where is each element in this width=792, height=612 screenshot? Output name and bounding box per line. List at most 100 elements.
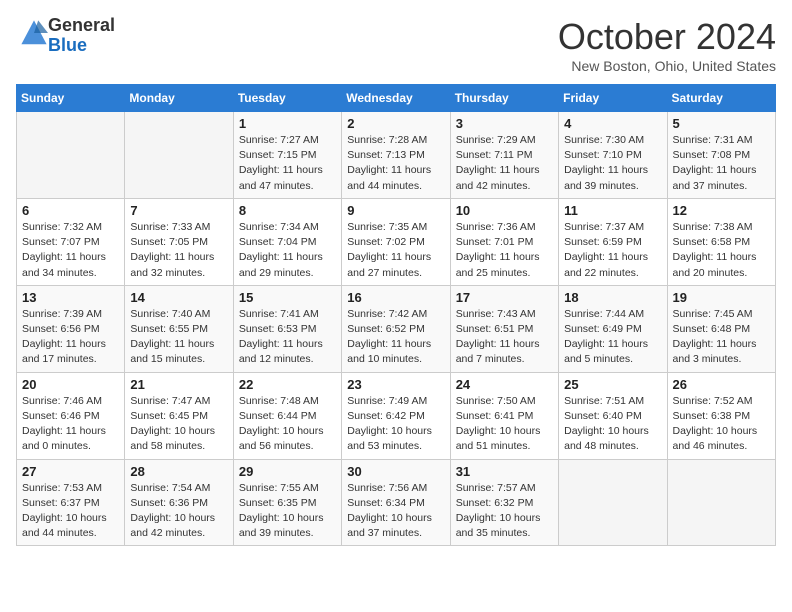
calendar-day-cell: 6Sunrise: 7:32 AM Sunset: 7:07 PM Daylig… bbox=[17, 198, 125, 285]
calendar-day-cell: 3Sunrise: 7:29 AM Sunset: 7:11 PM Daylig… bbox=[450, 112, 558, 199]
calendar-day-cell: 30Sunrise: 7:56 AM Sunset: 6:34 PM Dayli… bbox=[342, 459, 450, 546]
calendar-day-cell bbox=[17, 112, 125, 199]
calendar-day-cell: 10 Sunrise: 7:36 AM Sunset: 7:01 PM Dayli… bbox=[450, 198, 558, 285]
calendar-day-cell: 15 Sunrise: 7:41 AM Sunset: 6:53 PM Dayli… bbox=[233, 285, 341, 372]
calendar-day-cell: 8 Sunrise: 7:34 AM Sunset: 7:04 PM Daylig… bbox=[233, 198, 341, 285]
weekday-header: Wednesday bbox=[342, 85, 450, 112]
calendar-day-cell: 23 Sunrise: 7:49 AM Sunset: 6:42 PM Dayli… bbox=[342, 372, 450, 459]
weekday-header: Tuesday bbox=[233, 85, 341, 112]
calendar-week-row: 6Sunrise: 7:32 AM Sunset: 7:07 PM Daylig… bbox=[17, 198, 776, 285]
day-number: 4 bbox=[564, 116, 661, 131]
calendar-day-cell: 29Sunrise: 7:55 AM Sunset: 6:35 PM Dayli… bbox=[233, 459, 341, 546]
calendar-day-cell: 26 Sunrise: 7:52 AM Sunset: 6:38 PM Dayli… bbox=[667, 372, 775, 459]
day-info: Sunrise: 7:48 AM Sunset: 6:44 PM Dayligh… bbox=[239, 394, 336, 455]
day-info: Sunrise: 7:35 AM Sunset: 7:02 PM Dayligh… bbox=[347, 220, 444, 281]
weekday-header: Sunday bbox=[17, 85, 125, 112]
calendar-header-row: SundayMondayTuesdayWednesdayThursdayFrid… bbox=[17, 85, 776, 112]
day-info: Sunrise: 7:40 AM Sunset: 6:55 PM Dayligh… bbox=[130, 307, 227, 368]
day-number: 13 bbox=[22, 290, 119, 305]
calendar-week-row: 13Sunrise: 7:39 AM Sunset: 6:56 PM Dayli… bbox=[17, 285, 776, 372]
day-number: 26 bbox=[673, 377, 770, 392]
day-number: 15 bbox=[239, 290, 336, 305]
logo-icon bbox=[20, 19, 48, 47]
day-info: Sunrise: 7:33 AM Sunset: 7:05 PM Dayligh… bbox=[130, 220, 227, 281]
calendar-day-cell: 24 Sunrise: 7:50 AM Sunset: 6:41 PM Dayli… bbox=[450, 372, 558, 459]
day-info: Sunrise: 7:57 AM Sunset: 6:32 PM Dayligh… bbox=[456, 481, 553, 542]
calendar-day-cell: 11Sunrise: 7:37 AM Sunset: 6:59 PM Dayli… bbox=[559, 198, 667, 285]
day-number: 20 bbox=[22, 377, 119, 392]
day-info: Sunrise: 7:52 AM Sunset: 6:38 PM Dayligh… bbox=[673, 394, 770, 455]
day-number: 21 bbox=[130, 377, 227, 392]
day-info: Sunrise: 7:45 AM Sunset: 6:48 PM Dayligh… bbox=[673, 307, 770, 368]
day-info: Sunrise: 7:41 AM Sunset: 6:53 PM Dayligh… bbox=[239, 307, 336, 368]
day-info: Sunrise: 7:37 AM Sunset: 6:59 PM Dayligh… bbox=[564, 220, 661, 281]
calendar-day-cell: 20 Sunrise: 7:46 AM Sunset: 6:46 PM Dayli… bbox=[17, 372, 125, 459]
weekday-header: Saturday bbox=[667, 85, 775, 112]
logo-text: General Blue bbox=[48, 16, 115, 56]
calendar-day-cell: 21Sunrise: 7:47 AM Sunset: 6:45 PM Dayli… bbox=[125, 372, 233, 459]
month-title: October 2024 bbox=[558, 16, 776, 58]
logo-general: General bbox=[48, 16, 115, 36]
day-number: 10 bbox=[456, 203, 553, 218]
weekday-header: Friday bbox=[559, 85, 667, 112]
calendar-day-cell: 25 Sunrise: 7:51 AM Sunset: 6:40 PM Dayli… bbox=[559, 372, 667, 459]
day-number: 8 bbox=[239, 203, 336, 218]
calendar-day-cell: 7 Sunrise: 7:33 AM Sunset: 7:05 PM Daylig… bbox=[125, 198, 233, 285]
calendar-day-cell: 28 Sunrise: 7:54 AM Sunset: 6:36 PM Dayli… bbox=[125, 459, 233, 546]
day-info: Sunrise: 7:36 AM Sunset: 7:01 PM Dayligh… bbox=[456, 220, 553, 281]
day-number: 12 bbox=[673, 203, 770, 218]
day-number: 7 bbox=[130, 203, 227, 218]
day-info: Sunrise: 7:51 AM Sunset: 6:40 PM Dayligh… bbox=[564, 394, 661, 455]
day-number: 31 bbox=[456, 464, 553, 479]
calendar-day-cell: 22 Sunrise: 7:48 AM Sunset: 6:44 PM Dayli… bbox=[233, 372, 341, 459]
day-info: Sunrise: 7:38 AM Sunset: 6:58 PM Dayligh… bbox=[673, 220, 770, 281]
day-info: Sunrise: 7:49 AM Sunset: 6:42 PM Dayligh… bbox=[347, 394, 444, 455]
calendar-week-row: 27Sunrise: 7:53 AM Sunset: 6:37 PM Dayli… bbox=[17, 459, 776, 546]
day-number: 19 bbox=[673, 290, 770, 305]
calendar-day-cell: 14 Sunrise: 7:40 AM Sunset: 6:55 PM Dayli… bbox=[125, 285, 233, 372]
calendar-day-cell: 5 Sunrise: 7:31 AM Sunset: 7:08 PM Daylig… bbox=[667, 112, 775, 199]
day-info: Sunrise: 7:50 AM Sunset: 6:41 PM Dayligh… bbox=[456, 394, 553, 455]
day-number: 5 bbox=[673, 116, 770, 131]
day-info: Sunrise: 7:34 AM Sunset: 7:04 PM Dayligh… bbox=[239, 220, 336, 281]
day-info: Sunrise: 7:32 AM Sunset: 7:07 PM Dayligh… bbox=[22, 220, 119, 281]
day-number: 17 bbox=[456, 290, 553, 305]
day-number: 2 bbox=[347, 116, 444, 131]
day-number: 23 bbox=[347, 377, 444, 392]
calendar-day-cell: 18Sunrise: 7:44 AM Sunset: 6:49 PM Dayli… bbox=[559, 285, 667, 372]
calendar-day-cell: 31 Sunrise: 7:57 AM Sunset: 6:32 PM Dayli… bbox=[450, 459, 558, 546]
calendar-day-cell: 12 Sunrise: 7:38 AM Sunset: 6:58 PM Dayli… bbox=[667, 198, 775, 285]
logo: General Blue bbox=[16, 16, 115, 56]
calendar-day-cell: 17Sunrise: 7:43 AM Sunset: 6:51 PM Dayli… bbox=[450, 285, 558, 372]
calendar-day-cell: 9Sunrise: 7:35 AM Sunset: 7:02 PM Daylig… bbox=[342, 198, 450, 285]
calendar-table: SundayMondayTuesdayWednesdayThursdayFrid… bbox=[16, 84, 776, 546]
location: New Boston, Ohio, United States bbox=[558, 58, 776, 74]
logo-blue: Blue bbox=[48, 36, 115, 56]
day-number: 1 bbox=[239, 116, 336, 131]
calendar-day-cell: 13Sunrise: 7:39 AM Sunset: 6:56 PM Dayli… bbox=[17, 285, 125, 372]
calendar-day-cell: 1 Sunrise: 7:27 AM Sunset: 7:15 PM Daylig… bbox=[233, 112, 341, 199]
calendar-week-row: 20 Sunrise: 7:46 AM Sunset: 6:46 PM Dayli… bbox=[17, 372, 776, 459]
day-info: Sunrise: 7:46 AM Sunset: 6:46 PM Dayligh… bbox=[22, 394, 119, 455]
day-info: Sunrise: 7:28 AM Sunset: 7:13 PM Dayligh… bbox=[347, 133, 444, 194]
calendar-day-cell: 16Sunrise: 7:42 AM Sunset: 6:52 PM Dayli… bbox=[342, 285, 450, 372]
day-number: 14 bbox=[130, 290, 227, 305]
day-number: 29 bbox=[239, 464, 336, 479]
day-number: 27 bbox=[22, 464, 119, 479]
day-info: Sunrise: 7:27 AM Sunset: 7:15 PM Dayligh… bbox=[239, 133, 336, 194]
day-number: 22 bbox=[239, 377, 336, 392]
day-number: 30 bbox=[347, 464, 444, 479]
day-number: 25 bbox=[564, 377, 661, 392]
weekday-header: Thursday bbox=[450, 85, 558, 112]
day-number: 18 bbox=[564, 290, 661, 305]
page-header: General Blue October 2024 New Boston, Oh… bbox=[16, 16, 776, 74]
calendar-day-cell: 19 Sunrise: 7:45 AM Sunset: 6:48 PM Dayli… bbox=[667, 285, 775, 372]
day-info: Sunrise: 7:31 AM Sunset: 7:08 PM Dayligh… bbox=[673, 133, 770, 194]
day-number: 3 bbox=[456, 116, 553, 131]
calendar-day-cell: 27Sunrise: 7:53 AM Sunset: 6:37 PM Dayli… bbox=[17, 459, 125, 546]
day-number: 24 bbox=[456, 377, 553, 392]
day-info: Sunrise: 7:54 AM Sunset: 6:36 PM Dayligh… bbox=[130, 481, 227, 542]
calendar-day-cell bbox=[125, 112, 233, 199]
day-number: 28 bbox=[130, 464, 227, 479]
day-number: 16 bbox=[347, 290, 444, 305]
